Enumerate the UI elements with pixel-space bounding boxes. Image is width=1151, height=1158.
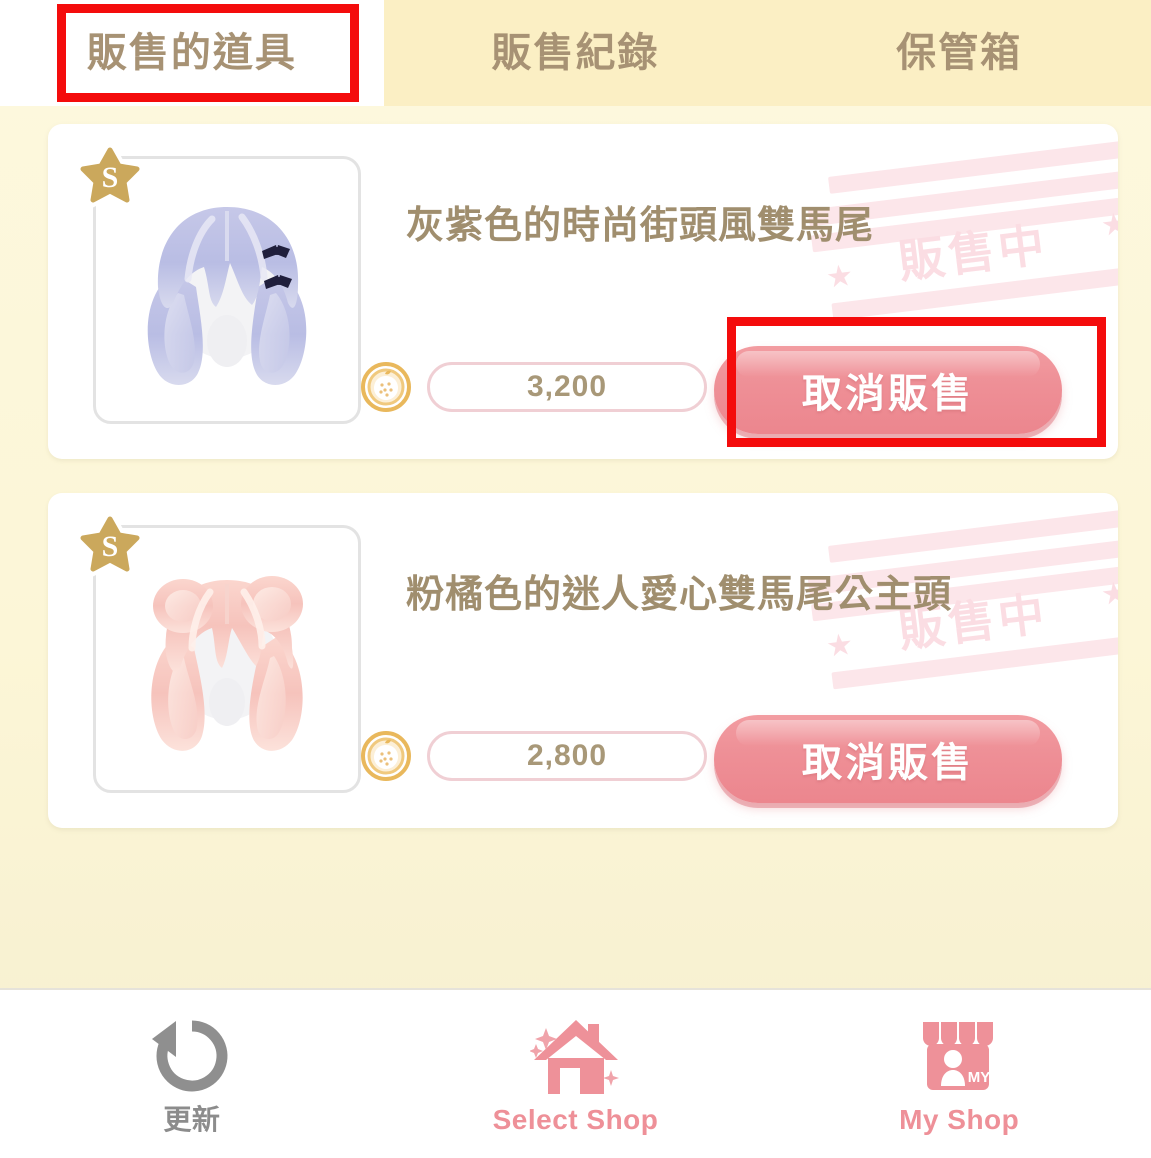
nav-refresh[interactable]: 更新 xyxy=(0,990,384,1158)
house-icon xyxy=(529,1020,619,1094)
price-value: 3,200 xyxy=(526,370,608,403)
item-info: 灰紫色的時尚街頭風雙馬尾 3,200 取消販售 xyxy=(361,124,1118,459)
cancel-sale-button[interactable]: 取消販售 xyxy=(714,715,1062,803)
tab-items-for-sale-label: 販售的道具 xyxy=(86,31,297,75)
item-thumbnail-wrap[interactable]: S xyxy=(74,140,361,424)
strawberry-coin-icon xyxy=(361,731,411,781)
refresh-icon xyxy=(151,1020,228,1092)
tab-sales-history[interactable]: 販售紀錄 xyxy=(383,0,768,106)
my-shop-screen: 販售的道具 販售紀錄 保管箱 ★ 販售中 ★ S 灰紫色的時尚街頭風雙馬尾 3,… xyxy=(0,0,1151,1158)
nav-select-shop[interactable]: Select Shop xyxy=(384,990,768,1158)
price-row: 3,200 xyxy=(361,362,707,412)
cancel-sale-button[interactable]: 取消販售 xyxy=(714,346,1062,434)
list-item[interactable]: ★ 販售中 ★ xyxy=(48,124,1118,459)
tab-storage-box-label: 保管箱 xyxy=(896,31,1023,75)
nav-select-shop-label: Select Shop xyxy=(492,1104,659,1135)
tab-items-for-sale[interactable]: 販售的道具 xyxy=(0,0,384,106)
nav-my-shop[interactable]: MY My Shop xyxy=(767,990,1151,1158)
tab-bar: 販售的道具 販售紀錄 保管箱 xyxy=(0,0,1151,106)
nav-my-shop-label: My Shop xyxy=(899,1104,1020,1135)
item-list: ★ 販售中 ★ S 灰紫色的時尚街頭風雙馬尾 3,200 取消販售 ★ 販售中 … xyxy=(0,106,1151,988)
storefront-icon-wrap: MY xyxy=(917,1014,1001,1098)
svg-text:S: S xyxy=(102,530,119,563)
item-thumbnail-wrap[interactable]: S xyxy=(74,509,361,793)
item-info: 粉橘色的迷人愛心雙馬尾公主頭 2,800 取消販售 xyxy=(361,493,1118,828)
svg-text:MY: MY xyxy=(968,1069,991,1086)
tab-storage-box[interactable]: 保管箱 xyxy=(767,0,1151,106)
nav-refresh-label: 更新 xyxy=(163,1104,221,1135)
item-title: 灰紫色的時尚街頭風雙馬尾 xyxy=(406,205,875,247)
price-field[interactable]: 3,200 xyxy=(427,362,707,412)
rarity-badge-s-icon: S xyxy=(74,140,146,209)
price-row: 2,800 xyxy=(361,731,707,781)
price-field[interactable]: 2,800 xyxy=(427,731,707,781)
bottom-nav: 更新 Select Shop MY My Shop xyxy=(0,988,1151,1158)
house-icon-wrap xyxy=(529,1014,622,1098)
tab-sales-history-label: 販售紀錄 xyxy=(491,31,660,75)
list-item[interactable]: ★ 販售中 ★ xyxy=(48,493,1118,828)
storefront-icon: MY xyxy=(923,1022,994,1090)
strawberry-coin-icon xyxy=(361,362,411,412)
refresh-icon-wrap xyxy=(150,1014,234,1098)
rarity-badge-s-icon: S xyxy=(74,509,146,578)
svg-text:S: S xyxy=(102,161,119,194)
item-title: 粉橘色的迷人愛心雙馬尾公主頭 xyxy=(406,574,953,616)
price-value: 2,800 xyxy=(526,739,608,772)
